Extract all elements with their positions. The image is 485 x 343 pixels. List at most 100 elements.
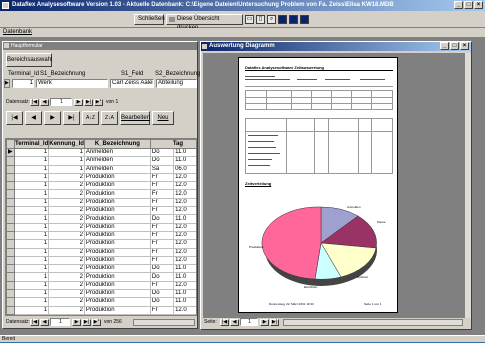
row-selector[interactable]	[6, 255, 15, 266]
s2-bezeichnung-field[interactable]: Abteilung	[156, 79, 197, 88]
table-row[interactable]: 1 1 Anmelden Do 11.0	[6, 156, 196, 166]
cell-datum[interactable]: 12.0	[173, 173, 196, 183]
cell-tag[interactable]: Sa	[150, 165, 175, 174]
cell-k-bezeichnung[interactable]: Produktion	[84, 173, 151, 183]
cell-k-bezeichnung[interactable]: Produktion	[84, 248, 151, 257]
cell-tag[interactable]: Do	[150, 264, 175, 274]
row-selector[interactable]	[6, 280, 15, 291]
row-selector[interactable]	[6, 239, 15, 249]
cell-datum[interactable]: 12.0	[173, 281, 196, 291]
record-selector[interactable]: ▶	[4, 79, 10, 88]
grid-new-button[interactable]: ▶*	[92, 319, 101, 326]
row-selector[interactable]	[6, 297, 15, 307]
cell-terminal-id[interactable]: 1	[14, 248, 50, 257]
cell-datum[interactable]: 12.0	[173, 256, 196, 266]
table-row[interactable]: 1 2 Produktion Do 11.0	[6, 297, 196, 307]
cell-k-bezeichnung[interactable]: Produktion	[84, 198, 151, 208]
row-selector[interactable]	[6, 222, 15, 232]
cell-tag[interactable]: Do	[150, 214, 175, 224]
cell-k-bezeichnung[interactable]: Produktion	[84, 239, 151, 249]
cell-datum[interactable]: 11.0	[173, 214, 196, 224]
cell-datum[interactable]: 12.0	[173, 223, 196, 232]
row-selector[interactable]	[6, 230, 15, 241]
cell-terminal-id[interactable]: 1	[14, 289, 50, 299]
cell-kennung-id[interactable]: 1	[48, 165, 85, 174]
cell-terminal-id[interactable]: 1	[14, 306, 50, 315]
row-selector[interactable]	[6, 247, 15, 257]
grid-header-terminal-id[interactable]: Terminal_Id	[13, 139, 50, 149]
row-selector[interactable]	[6, 164, 15, 174]
cell-kennung-id[interactable]: 2	[48, 289, 85, 299]
report-next-page-button[interactable]: ▶	[260, 319, 269, 326]
cell-kennung-id[interactable]: 1	[48, 156, 85, 166]
grid-hscrollbar[interactable]	[133, 319, 195, 326]
report-first-page-button[interactable]: |◀	[220, 319, 229, 326]
cell-tag[interactable]: Fr	[150, 248, 175, 257]
minimize-button[interactable]: _	[454, 1, 463, 9]
cell-terminal-id[interactable]: 1	[14, 239, 50, 249]
cell-tag[interactable]: Do	[150, 297, 175, 307]
row-selector[interactable]	[6, 172, 15, 183]
window-icon-3[interactable]	[300, 15, 309, 24]
sort-descending-button[interactable]: Z↓A	[101, 111, 118, 125]
row-selector[interactable]	[6, 181, 15, 191]
table-row[interactable]: 1 2 Produktion Fr 12.0	[6, 280, 196, 291]
cell-tag[interactable]: Fr	[150, 281, 175, 291]
cell-datum[interactable]: 12.0	[173, 231, 196, 241]
page-icon[interactable]: ▯	[256, 15, 265, 24]
cell-terminal-id[interactable]: 1	[14, 256, 50, 266]
table-row[interactable]: 1 2 Produktion Do 11.0	[6, 214, 196, 224]
row-selector[interactable]	[6, 272, 15, 282]
row-selector[interactable]	[6, 214, 15, 224]
cell-tag[interactable]: Do	[150, 272, 175, 282]
bearbeiten-button[interactable]: Bearbeiten	[120, 111, 150, 125]
row-selector[interactable]	[6, 197, 15, 208]
grid-header-kennung-id[interactable]: Kennung_Id	[48, 139, 85, 149]
grid-header-k-bezeichnung[interactable]: K_Bezeichnung	[83, 139, 151, 149]
table-row[interactable]: 1 2 Produktion Fr 12.0	[6, 206, 196, 216]
report-vscrollbar[interactable]	[464, 53, 471, 318]
row-selector[interactable]	[6, 264, 15, 274]
cell-datum[interactable]: 06.0	[173, 165, 196, 174]
cell-tag[interactable]: Do	[150, 289, 175, 299]
report-page-field[interactable]: 1	[240, 318, 258, 326]
cell-tag[interactable]: Fr	[150, 181, 175, 191]
table-row[interactable]: 1 2 Produktion Fr 12.0	[6, 197, 196, 208]
cell-tag[interactable]: Fr	[150, 206, 175, 216]
cell-datum[interactable]: 11.0	[173, 272, 196, 282]
window-icon-1[interactable]	[278, 15, 287, 24]
cell-kennung-id[interactable]: 2	[48, 306, 85, 315]
table-row[interactable]: 1 2 Produktion Fr 12.0	[6, 239, 196, 249]
grid-next-button[interactable]: ▶	[72, 319, 81, 326]
cell-kennung-id[interactable]: 2	[48, 297, 85, 307]
report-minimize-button[interactable]: _	[440, 42, 449, 50]
cell-k-bezeichnung[interactable]: Produktion	[84, 189, 151, 199]
row-selector[interactable]: ▶	[6, 147, 15, 158]
cell-datum[interactable]: 12.0	[173, 306, 196, 315]
cell-kennung-id[interactable]: 2	[48, 173, 85, 183]
cell-terminal-id[interactable]: 1	[14, 214, 50, 224]
cell-terminal-id[interactable]: 1	[14, 198, 50, 208]
cell-datum[interactable]: 11.0	[173, 148, 196, 158]
table-row[interactable]: 1 2 Produktion Do 11.0	[6, 289, 196, 299]
last-button[interactable]: ▶|	[63, 111, 80, 125]
s1-feld-field[interactable]: Carl Zeiss Aalen	[110, 79, 154, 88]
cell-k-bezeichnung[interactable]: Produktion	[84, 306, 151, 315]
cell-terminal-id[interactable]: 1	[14, 223, 50, 232]
cell-terminal-id[interactable]: 1	[14, 264, 50, 274]
cell-kennung-id[interactable]: 2	[48, 231, 85, 241]
cell-terminal-id[interactable]: 1	[14, 206, 50, 216]
next-button[interactable]: ▶	[44, 111, 61, 125]
datensatz-current-field[interactable]: 1	[50, 98, 72, 106]
bereichsauswahl-button[interactable]: Bereichsauswahl	[6, 53, 52, 67]
cell-terminal-id[interactable]: 1	[14, 272, 50, 282]
row-selector[interactable]	[6, 305, 15, 315]
cell-k-bezeichnung[interactable]: Anmelden	[84, 148, 151, 158]
cell-datum[interactable]: 12.0	[173, 181, 196, 191]
cell-tag[interactable]: Fr	[150, 223, 175, 232]
preview-icon[interactable]: ▭	[245, 15, 254, 24]
cell-kennung-id[interactable]: 1	[48, 148, 85, 158]
neu-button[interactable]: Neu	[152, 111, 174, 125]
row-selector[interactable]	[6, 206, 15, 216]
table-row[interactable]: 1 2 Produktion Fr 12.0	[6, 172, 196, 183]
